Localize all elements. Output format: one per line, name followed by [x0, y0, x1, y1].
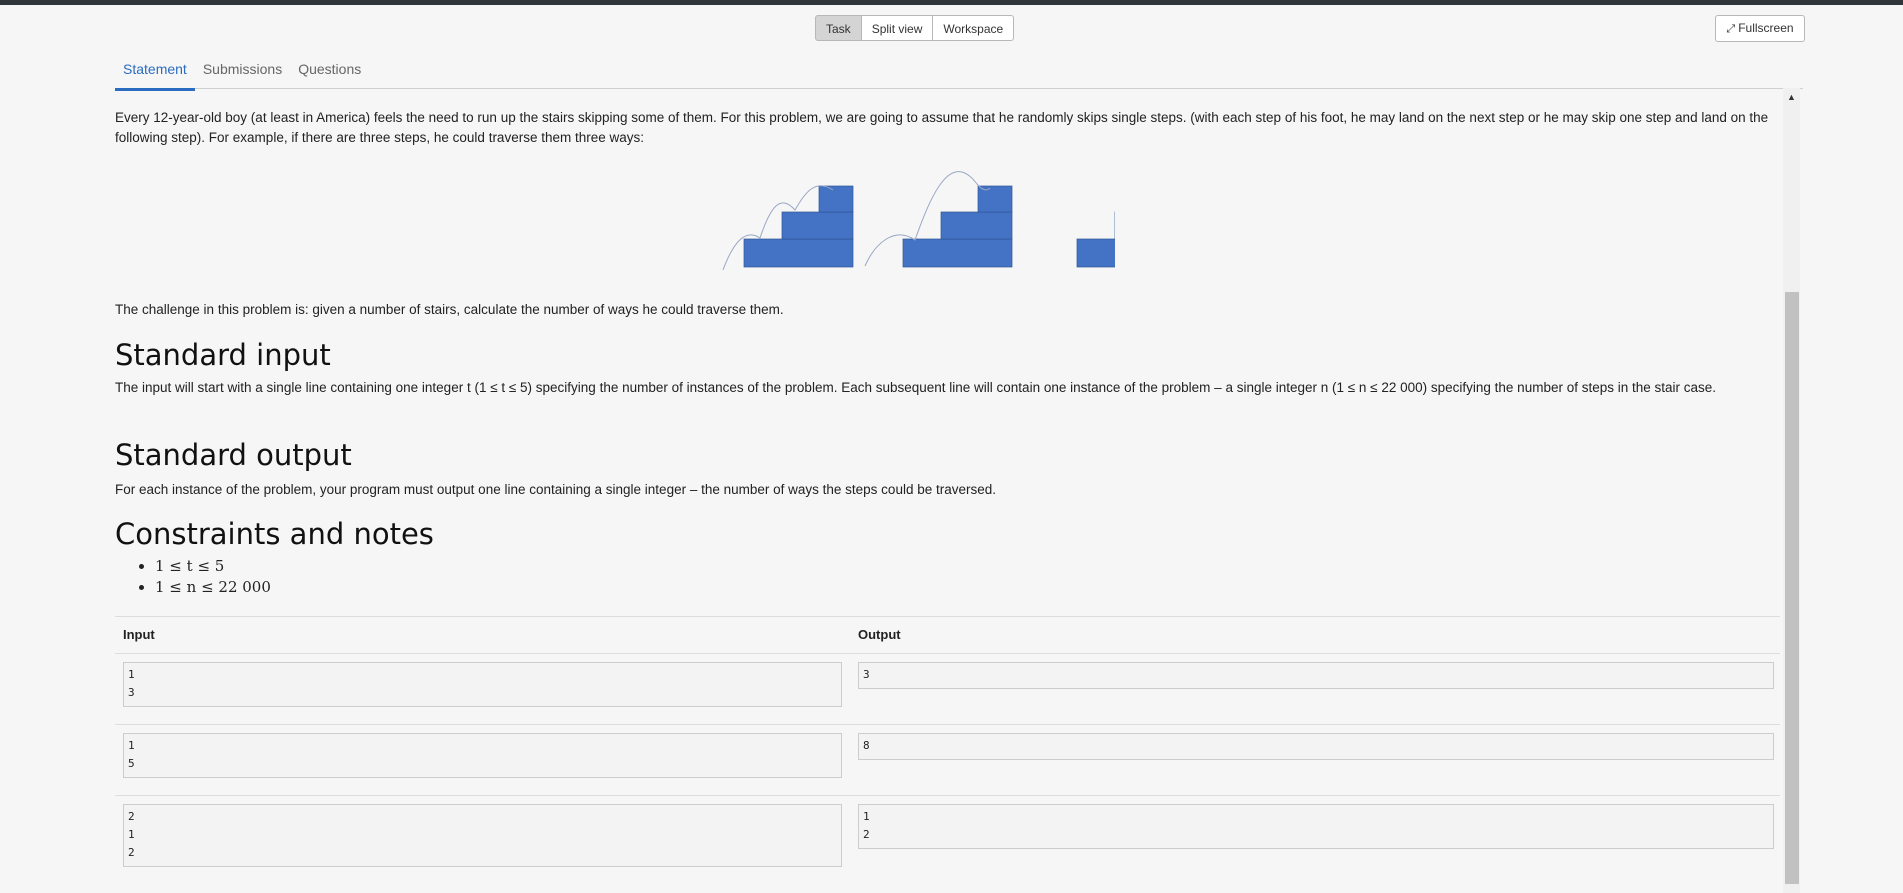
tab-submissions[interactable]: Submissions [195, 56, 290, 88]
expand-icon: ⤢ [1726, 23, 1736, 35]
statement-challenge: The challenge in this problem is: given … [115, 302, 784, 317]
stairs-way-2 [864, 171, 1013, 268]
example-input-box[interactable]: 1 5 [123, 733, 842, 778]
fullscreen-button[interactable]: ⤢ Fullscreen [1715, 15, 1805, 42]
view-tab-split[interactable]: Split view [860, 15, 934, 41]
fullscreen-label: Fullscreen [1738, 21, 1794, 35]
stairs-way-3 [1076, 211, 1115, 268]
constraint-item: 1 ≤ n ≤ 22 000 [155, 577, 271, 598]
statement-tabs: Statement Submissions Questions [115, 56, 1803, 91]
output-column-header: Output [858, 627, 901, 642]
content-scrollbar[interactable]: ▲ [1783, 88, 1800, 893]
example-row: 2 1 2 1 2 [115, 796, 1780, 876]
example-row: 1 5 8 [115, 725, 1780, 796]
top-bar [0, 0, 1903, 5]
example-output-box[interactable]: 1 2 [858, 804, 1774, 849]
example-output-box[interactable]: 3 [858, 662, 1774, 689]
example-input-box[interactable]: 2 1 2 [123, 804, 842, 867]
view-tab-task[interactable]: Task [815, 15, 862, 41]
statement-content: Every 12-year-old boy (at least in Ameri… [115, 88, 1780, 893]
standard-input-text: The input will start with a single line … [115, 380, 1717, 395]
constraints-list: 1 ≤ t ≤ 5 1 ≤ n ≤ 22 000 [115, 556, 271, 598]
example-input-box[interactable]: 1 3 [123, 662, 842, 707]
standard-input-heading: Standard input [115, 338, 331, 372]
view-tab-workspace[interactable]: Workspace [932, 15, 1015, 41]
example-output-box[interactable]: 8 [858, 733, 1774, 760]
scroll-up-arrow-icon[interactable]: ▲ [1783, 92, 1800, 102]
tab-questions[interactable]: Questions [290, 56, 369, 88]
constraint-item: 1 ≤ t ≤ 5 [155, 556, 271, 577]
view-mode-tabs: Task Split view Workspace [815, 15, 1015, 41]
standard-output-heading: Standard output [115, 438, 352, 472]
constraints-heading: Constraints and notes [115, 517, 434, 551]
examples-table: Input Output 1 3 3 1 5 8 2 1 2 1 2 [115, 616, 1780, 876]
statement-intro: Every 12-year-old boy (at least in Ameri… [115, 110, 1769, 145]
stairs-way-1 [722, 185, 854, 271]
examples-header-row: Input Output [115, 616, 1780, 654]
scroll-thumb[interactable] [1785, 292, 1799, 884]
input-column-header: Input [123, 627, 155, 642]
stairs-illustration [722, 171, 1115, 271]
example-row: 1 3 3 [115, 654, 1780, 725]
standard-output-text: For each instance of the problem, your p… [115, 482, 997, 497]
tab-statement[interactable]: Statement [115, 56, 195, 91]
